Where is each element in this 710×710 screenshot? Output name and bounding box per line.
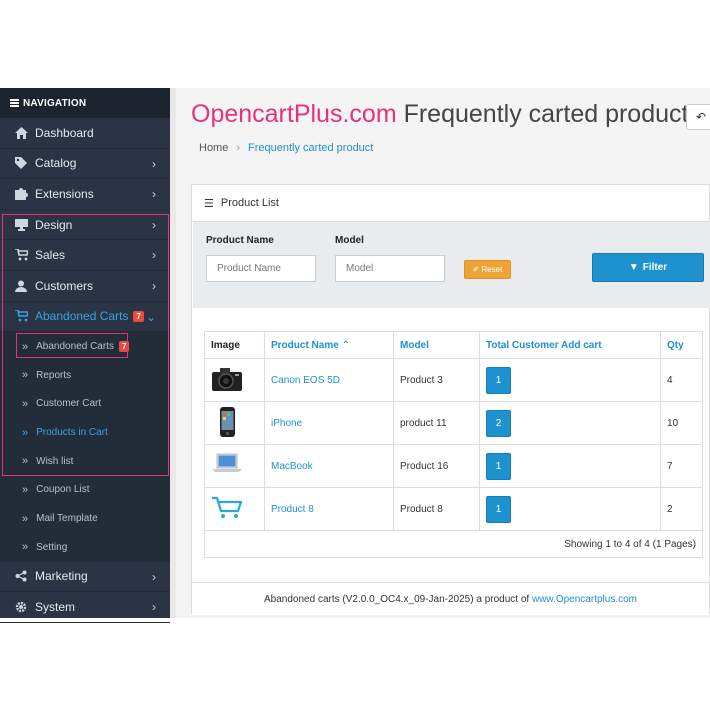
product-link[interactable]: iPhone [271, 418, 302, 429]
breadcrumb-current[interactable]: Frequently carted product [248, 142, 373, 154]
table-row: iPhone product 11 2 10 [204, 401, 703, 445]
breadcrumb-home[interactable]: Home [199, 142, 228, 154]
column-header-model[interactable]: Model [393, 331, 480, 359]
double-chevron-icon: » [22, 512, 29, 525]
column-header-total-customer-add-cart[interactable]: Total Customer Add cart [479, 331, 661, 359]
reply-icon: ↶ [695, 110, 707, 124]
filter-area: Product Name Product Name Model Model ✐ … [193, 222, 710, 308]
model-cell: Product 8 [393, 487, 480, 531]
product-link[interactable]: MacBook [271, 461, 313, 472]
pagination-row: Showing 1 to 4 of 4 (1 Pages) [204, 530, 703, 558]
column-header-qty[interactable]: Qty [660, 331, 703, 359]
model-cell: Product 3 [393, 358, 480, 402]
sort-asc-icon: ⌃ [341, 339, 350, 351]
footer: Abandoned carts (V2.0.0_OC4.x_09-Jan-202… [192, 582, 709, 615]
camera-image[interactable] [211, 366, 243, 394]
navigation-header[interactable]: NAVIGATION [0, 88, 170, 118]
sidebar-item-catalog[interactable]: Catalog › [0, 149, 170, 180]
model-label: Model [335, 235, 364, 246]
share-icon [14, 569, 28, 583]
sidebar-subitem-mail-template[interactable]: » Mail Template [0, 504, 170, 533]
dashboard-icon [14, 126, 28, 140]
product-link[interactable]: Canon EOS 5D [271, 375, 340, 386]
chevron-right-icon: › [152, 600, 156, 615]
sidebar-subitem-setting[interactable]: » Setting [0, 532, 170, 562]
product-name-cell: Product 8 [264, 487, 394, 531]
chevron-right-icon: › [152, 569, 156, 584]
product-name-label: Product Name [206, 235, 274, 246]
sidebar-item-dashboard[interactable]: Dashboard [0, 118, 170, 149]
image-cell [204, 487, 265, 531]
table-row: Canon EOS 5D Product 3 1 4 [204, 358, 703, 402]
laptop-image[interactable] [211, 452, 243, 480]
table-header-row: Image Product Name ⌃ Model Total Custome… [204, 331, 703, 359]
eraser-icon: ✐ [472, 265, 480, 274]
customer-count-button[interactable]: 2 [486, 409, 511, 437]
count-cell: 1 [479, 487, 661, 531]
customer-count-button[interactable]: 1 [486, 495, 511, 523]
sidebar-divider [170, 88, 176, 618]
sidebar-item-system[interactable]: System › [0, 592, 170, 623]
qty-cell: 2 [660, 487, 703, 531]
chevron-right-icon: › [152, 187, 156, 202]
count-cell: 1 [479, 444, 661, 488]
brand-name: OpencartPlus.com [191, 100, 397, 128]
chevron-right-icon: › [152, 156, 156, 171]
back-button[interactable]: ↶ [686, 104, 710, 130]
qty-cell: 4 [660, 358, 703, 402]
count-cell: 2 [479, 401, 661, 445]
page-title: OpencartPlus.com Frequently carted produ… [191, 100, 689, 128]
table-row: Product 8 Product 8 1 2 [204, 487, 703, 531]
product-link[interactable]: Product 8 [271, 504, 314, 515]
funnel-icon: ▼ [628, 262, 639, 273]
sidebar-item-marketing[interactable]: Marketing › [0, 562, 170, 593]
product-name-cell: Canon EOS 5D [264, 358, 394, 402]
breadcrumb-separator: › [236, 142, 241, 154]
image-cell [204, 358, 265, 402]
double-chevron-icon: » [22, 483, 29, 496]
sidebar-subitem-coupon-list[interactable]: » Coupon List [0, 475, 170, 505]
product-name-input[interactable]: Product Name [206, 255, 316, 282]
model-cell: product 11 [393, 401, 480, 445]
puzzle-icon [14, 187, 28, 201]
filter-button[interactable]: ▼ Filter [592, 253, 704, 282]
breadcrumb: Home › Frequently carted product [199, 142, 373, 154]
phone-image[interactable] [211, 406, 243, 437]
list-icon: ☰ [204, 197, 214, 210]
pagination-text: Showing 1 to 4 of 4 (1 Pages) [204, 530, 703, 558]
qty-cell: 10 [660, 401, 703, 445]
image-cell [204, 401, 265, 445]
tag-icon [14, 156, 28, 170]
highlight-frame-products-in-cart [16, 333, 128, 358]
double-chevron-icon: » [22, 541, 29, 554]
product-name-cell: iPhone [264, 401, 394, 445]
product-table: Image Product Name ⌃ Model Total Custome… [204, 331, 703, 558]
qty-cell: 7 [660, 444, 703, 488]
hamburger-icon [10, 99, 19, 107]
model-cell: Product 16 [393, 444, 480, 488]
customer-count-button[interactable]: 1 [486, 452, 511, 480]
sidebar-item-extensions[interactable]: Extensions › [0, 179, 170, 210]
panel-heading: ☰ Product List [192, 185, 709, 222]
product-table-wrap: Image Product Name ⌃ Model Total Custome… [204, 331, 703, 558]
footer-link[interactable]: www.Opencartplus.com [532, 594, 637, 605]
cart-image[interactable] [211, 495, 243, 523]
column-header-product-name[interactable]: Product Name ⌃ [264, 331, 394, 359]
count-cell: 1 [479, 358, 661, 402]
customer-count-button[interactable]: 1 [486, 366, 511, 394]
image-cell [204, 444, 265, 488]
reset-button[interactable]: ✐ Reset [464, 260, 511, 279]
model-input[interactable]: Model [335, 255, 445, 282]
gear-icon [14, 600, 28, 614]
table-row: MacBook Product 16 1 7 [204, 444, 703, 488]
column-header-image: Image [204, 331, 265, 359]
product-name-cell: MacBook [264, 444, 394, 488]
product-list-panel: ☰ Product List Product Name Product Name… [191, 184, 710, 614]
